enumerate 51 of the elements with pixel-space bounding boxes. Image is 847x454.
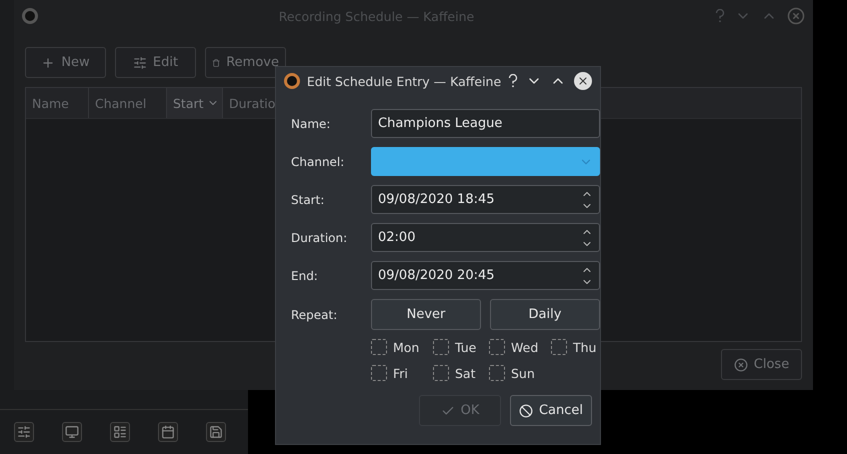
sliders-icon	[132, 56, 147, 70]
calendar-icon	[161, 425, 175, 439]
field-label: Channel:	[291, 154, 346, 168]
checkbox[interactable]	[489, 365, 505, 381]
checkbox[interactable]	[551, 339, 567, 355]
checkbox-label: Sun	[511, 366, 535, 380]
close-icon[interactable]	[574, 72, 592, 90]
field-label: End:	[291, 268, 319, 282]
checkbox[interactable]	[371, 365, 387, 381]
checkbox-label: Wed	[511, 340, 538, 354]
spin-box[interactable]: 02:00	[371, 223, 600, 252]
toolbar-button[interactable]	[110, 422, 130, 442]
checkbox-label: Sat	[455, 366, 476, 380]
edit-button[interactable]: Edit	[115, 47, 196, 78]
column-header[interactable]: Start	[167, 88, 223, 118]
list-icon	[113, 425, 127, 439]
field-label: Start:	[291, 192, 326, 206]
help-icon[interactable]	[508, 74, 518, 88]
checkbox-label: Tue	[455, 340, 476, 354]
app-logo-icon	[284, 73, 300, 89]
dialog-title: Edit Schedule Entry — Kaffeine	[306, 74, 502, 88]
spin-box[interactable]: 09/08/2020 18:45	[371, 185, 600, 214]
cancel-button[interactable]: Cancel	[510, 395, 592, 426]
checkbox[interactable]	[433, 365, 449, 381]
checkbox[interactable]	[489, 339, 505, 355]
repeat-button[interactable]: Never	[371, 299, 481, 330]
app-logo-icon	[22, 8, 38, 24]
spin-box[interactable]: 09/08/2020 20:45	[371, 261, 600, 290]
close-icon	[734, 358, 748, 372]
toolbar-button[interactable]	[158, 422, 178, 442]
cancel-icon	[518, 404, 533, 418]
checkbox[interactable]	[371, 339, 387, 355]
monitor-icon	[65, 425, 79, 439]
new-button[interactable]: New	[25, 47, 106, 78]
toolbar-button[interactable]	[62, 422, 82, 442]
checkbox-label: Fri	[393, 366, 408, 380]
toolbar-button[interactable]	[14, 422, 34, 442]
checkbox[interactable]	[433, 339, 449, 355]
close-button[interactable]: Close	[721, 349, 802, 380]
plus-icon	[41, 56, 56, 70]
field-label: Name:	[291, 116, 332, 130]
column-header[interactable]: Name	[26, 88, 89, 118]
checkbox-label: Mon	[393, 340, 420, 354]
field-label: Duration:	[291, 230, 348, 244]
checkbox-label: Thu	[573, 340, 596, 354]
sliders-icon	[17, 425, 31, 439]
toolbar-button[interactable]	[206, 422, 226, 442]
repeat-button[interactable]: Daily	[490, 299, 600, 330]
field-label: Repeat:	[291, 308, 338, 322]
remove-button[interactable]: Remove	[205, 47, 286, 78]
input-field[interactable]: Champions League	[371, 109, 600, 138]
